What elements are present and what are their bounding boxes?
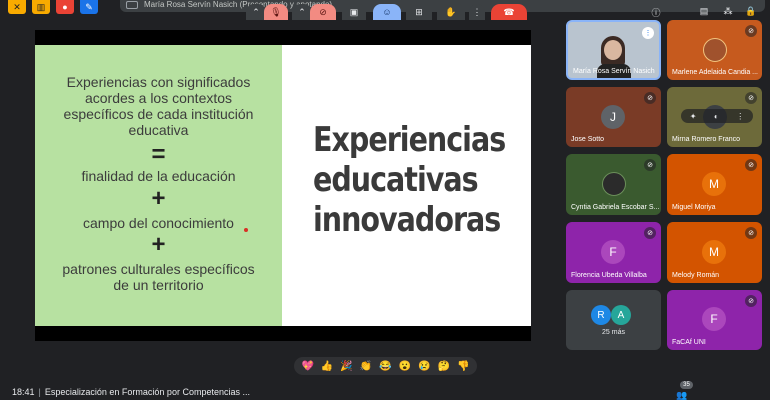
- people-icon[interactable]: 👥: [676, 390, 688, 400]
- info-icon[interactable]: ⓘ: [650, 6, 662, 18]
- mic-toggle-button[interactable]: 🎙: [264, 4, 288, 20]
- more-participants-label: 25 más: [602, 329, 625, 336]
- slide-title-line: educativas: [313, 160, 479, 200]
- mic-off-top-icon[interactable]: ✕: [8, 0, 26, 14]
- participant-tile[interactable]: ⋮ María Rosa Servín Nasich: [566, 20, 661, 80]
- participant-name: Miguel Moriya: [672, 204, 716, 211]
- mic-off-icon: ⊘: [644, 227, 656, 239]
- participant-tile[interactable]: ✦ ◐ ⋮ ⊘ Mirna Romero Franco: [667, 87, 762, 147]
- reaction-heart[interactable]: 💖: [301, 361, 315, 372]
- participant-name: Melody Román: [672, 272, 720, 279]
- avatar: J: [601, 105, 625, 129]
- participant-name: María Rosa Servín Nasich: [573, 68, 655, 75]
- pin-icon[interactable]: ✦: [690, 112, 697, 121]
- bottom-bar: 18:41 | Especialización en Formación por C…: [0, 380, 770, 400]
- present-button[interactable]: ⊞: [406, 4, 432, 20]
- reaction-surprised[interactable]: 😮: [398, 361, 412, 372]
- activities-icon[interactable]: ⁂: [722, 6, 734, 18]
- slide-text-line: patrones culturales específicos: [62, 261, 255, 277]
- mic-icon[interactable]: ◐: [714, 112, 719, 121]
- participant-name: Mirna Romero Franco: [672, 136, 741, 143]
- mic-off-icon: ⊘: [644, 92, 656, 104]
- participant-name: Marlene Adelaida Candia ...: [672, 69, 758, 76]
- participant-name: Jose Sotto: [571, 136, 605, 143]
- edit-top-icon[interactable]: ✎: [80, 0, 98, 14]
- slide-text-line: finalidad de la educación: [81, 168, 236, 184]
- mic-options-chevron-icon[interactable]: ⌃: [246, 4, 266, 20]
- bars-top-icon[interactable]: ▥: [32, 0, 50, 14]
- mic-off-icon: ⊘: [745, 25, 757, 37]
- avatar: M: [702, 240, 726, 264]
- slide-title-line: Experiencias: [313, 120, 506, 160]
- meet-window: ✕ ▥ ● ✎ María Rosa Servín Nasich (Presen…: [0, 0, 770, 400]
- mic-off-icon: ⊘: [745, 159, 757, 171]
- slide-left-panel: Experiencias con significados acordes a …: [35, 45, 282, 326]
- reaction-thinking[interactable]: 🤔: [437, 361, 451, 372]
- slide-title-line: innovadoras: [313, 200, 501, 240]
- avatar: [703, 38, 727, 62]
- participant-face: [604, 40, 622, 60]
- reactions-button[interactable]: ☺: [373, 4, 401, 20]
- reaction-thumbs-down[interactable]: 👎: [456, 361, 470, 372]
- avatar: M: [702, 172, 726, 196]
- reaction-thumbs-up[interactable]: 👍: [320, 361, 334, 372]
- participant-tile[interactable]: M ⊘ Melody Román: [667, 222, 762, 283]
- avatar: [602, 172, 626, 196]
- record-top-icon[interactable]: ●: [56, 0, 74, 14]
- participant-tile[interactable]: M ⊘ Miguel Moriya: [667, 154, 762, 215]
- laser-pointer: [244, 228, 248, 232]
- avatar: A: [611, 305, 631, 325]
- slide-text-line: educativa: [128, 122, 189, 138]
- participant-tile[interactable]: J ⊘ Jose Sotto: [566, 87, 661, 147]
- avatar: F: [601, 240, 625, 264]
- clock-time: 18:41: [12, 387, 35, 397]
- presentation-slide: Experiencias con significados acordes a …: [35, 45, 531, 326]
- participant-name: FaCAf UNI: [672, 339, 706, 346]
- slide-text-line: acordes a los contextos: [84, 90, 233, 106]
- slide-text-line: específicos de cada institución: [63, 106, 254, 122]
- camera-options-chevron-icon[interactable]: ⌃: [292, 4, 312, 20]
- presentation-stage: Experiencias con significados acordes a …: [35, 30, 531, 341]
- participant-count-badge: 35: [680, 381, 693, 389]
- reactions-bar: 💖 👍 🎉 👏 😂 😮 😢 🤔 👎: [294, 357, 477, 375]
- mic-off-icon: ⊘: [745, 227, 757, 239]
- mic-off-icon: ⊘: [745, 92, 757, 104]
- more-options-button[interactable]: ⋮: [469, 4, 485, 20]
- separator: |: [38, 387, 41, 397]
- slide-equals-sign: =: [151, 141, 166, 168]
- meeting-info: 18:41 | Especialización en Formación por C…: [12, 387, 250, 397]
- avatar: F: [702, 307, 726, 331]
- participant-tile[interactable]: ⊘ Marlene Adelaida Candia ...: [667, 20, 762, 80]
- avatar: R: [591, 305, 611, 325]
- reaction-party[interactable]: 🎉: [340, 361, 354, 372]
- slide-plus-sign: +: [151, 185, 166, 212]
- more-options-icon[interactable]: ⋮: [736, 112, 744, 121]
- host-controls-icon[interactable]: 🔒: [745, 6, 757, 18]
- camera-toggle-button[interactable]: ⊘: [310, 4, 336, 20]
- chat-icon[interactable]: ▤: [698, 6, 710, 18]
- tile-hover-controls[interactable]: ✦ ◐ ⋮: [681, 109, 753, 123]
- participant-name: Cyntia Gabriela Escobar S...: [571, 204, 660, 211]
- slide-title: Experiencias educativas innovadoras: [313, 120, 506, 240]
- meeting-title[interactable]: Especialización en Formación por Compete…: [45, 387, 250, 397]
- participant-tile[interactable]: F ⊘ FaCAf UNI: [667, 290, 762, 350]
- others-tile[interactable]: R A 25 más: [566, 290, 661, 350]
- slide-plus-sign: +: [151, 231, 166, 258]
- reaction-laugh[interactable]: 😂: [378, 361, 392, 372]
- reaction-clap[interactable]: 👏: [359, 361, 373, 372]
- slide-text-line: Experiencias con significados: [66, 74, 251, 90]
- leave-call-button[interactable]: ☎: [491, 4, 527, 20]
- participant-name: Florencia Ubeda Villalba: [571, 272, 647, 279]
- slide-text-line: de un territorio: [113, 277, 204, 293]
- participant-tile[interactable]: F ⊘ Florencia Ubeda Villalba: [566, 222, 661, 283]
- mic-off-icon: ⊘: [745, 295, 757, 307]
- speaking-icon: ⋮: [642, 27, 654, 39]
- participant-tile[interactable]: ⊘ Cyntia Gabriela Escobar S...: [566, 154, 661, 215]
- captions-button[interactable]: ▣: [342, 4, 366, 20]
- raise-hand-button[interactable]: ✋: [437, 4, 465, 20]
- reaction-sad[interactable]: 😢: [417, 361, 431, 372]
- present-screen-icon: [126, 0, 138, 9]
- mic-off-icon: ⊘: [644, 159, 656, 171]
